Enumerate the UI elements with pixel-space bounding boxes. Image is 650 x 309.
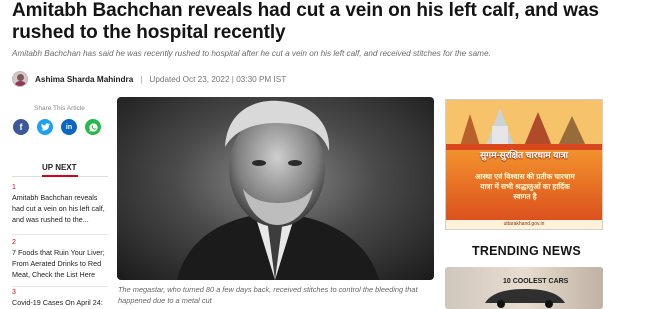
image-caption: The megastar, who turned 80 a few days b… xyxy=(118,285,418,305)
article-summary: Amitabh Bachchan has said he was recentl… xyxy=(12,49,491,58)
car-illustration xyxy=(485,289,565,308)
ad-body-text: आस्था एवं विश्वास की प्रतीक चारधाम यात्र… xyxy=(475,172,575,201)
ad-title: सुगम-सुरक्षित चारधाम यात्रा xyxy=(479,150,569,160)
ad-footer: uttarakhand.gov.in xyxy=(446,220,602,229)
up-next-item[interactable]: 2 7 Foods that Ruin Your Liver; From Aer… xyxy=(12,237,108,280)
article-hero-image xyxy=(117,97,434,280)
up-next-item-text[interactable]: Covid-19 Cases On April 24: Another Dip … xyxy=(12,298,105,309)
up-next-item[interactable]: 1 Amitabh Bachchan reveals had cut a vei… xyxy=(12,182,108,225)
facebook-icon[interactable]: f xyxy=(13,119,29,135)
author-name[interactable]: Ashima Sharda Mahindra xyxy=(35,75,133,84)
twitter-icon[interactable] xyxy=(37,119,53,135)
whatsapp-phone-glyph xyxy=(88,122,98,132)
linkedin-icon[interactable]: in xyxy=(61,119,77,135)
article-headline: Amitabh Bachchan reveals had cut a vein … xyxy=(12,0,599,43)
up-next-heading: UP NEXT xyxy=(42,163,77,172)
updated-timestamp: Updated Oct 23, 2022 | 03:30 PM IST xyxy=(149,74,287,84)
up-next-number: 3 xyxy=(12,289,16,296)
share-buttons: f in xyxy=(13,119,101,135)
share-label: Share This Article xyxy=(34,105,85,112)
up-next-divider xyxy=(12,175,108,177)
whatsapp-icon[interactable] xyxy=(85,119,101,135)
up-next-item-text[interactable]: Amitabh Bachchan reveals had cut a vein … xyxy=(12,193,105,224)
trending-card-title: 10 COOLEST CARS xyxy=(503,278,569,285)
author-avatar[interactable] xyxy=(12,71,28,87)
advertisement-banner[interactable]: सुगम-सुरक्षित चारधाम यात्रा आस्था एवं वि… xyxy=(445,99,603,230)
up-next-number: 1 xyxy=(12,184,16,191)
byline: Ashima Sharda Mahindra | Updated Oct 23,… xyxy=(12,70,286,88)
trending-card[interactable]: 10 COOLEST CARS xyxy=(445,267,603,309)
temples-illustration xyxy=(446,100,602,150)
trending-news-heading: TRENDING NEWS xyxy=(472,244,581,258)
portrait-illustration xyxy=(177,100,379,280)
up-next-item-text[interactable]: 7 Foods that Ruin Your Liver; From Aerat… xyxy=(12,248,105,279)
up-next-item[interactable]: 3 Covid-19 Cases On April 24: Another Di… xyxy=(12,287,108,309)
list-divider xyxy=(12,234,108,235)
byline-separator: | xyxy=(140,74,143,84)
up-next-number: 2 xyxy=(12,239,16,246)
twitter-bird-glyph xyxy=(40,123,50,131)
